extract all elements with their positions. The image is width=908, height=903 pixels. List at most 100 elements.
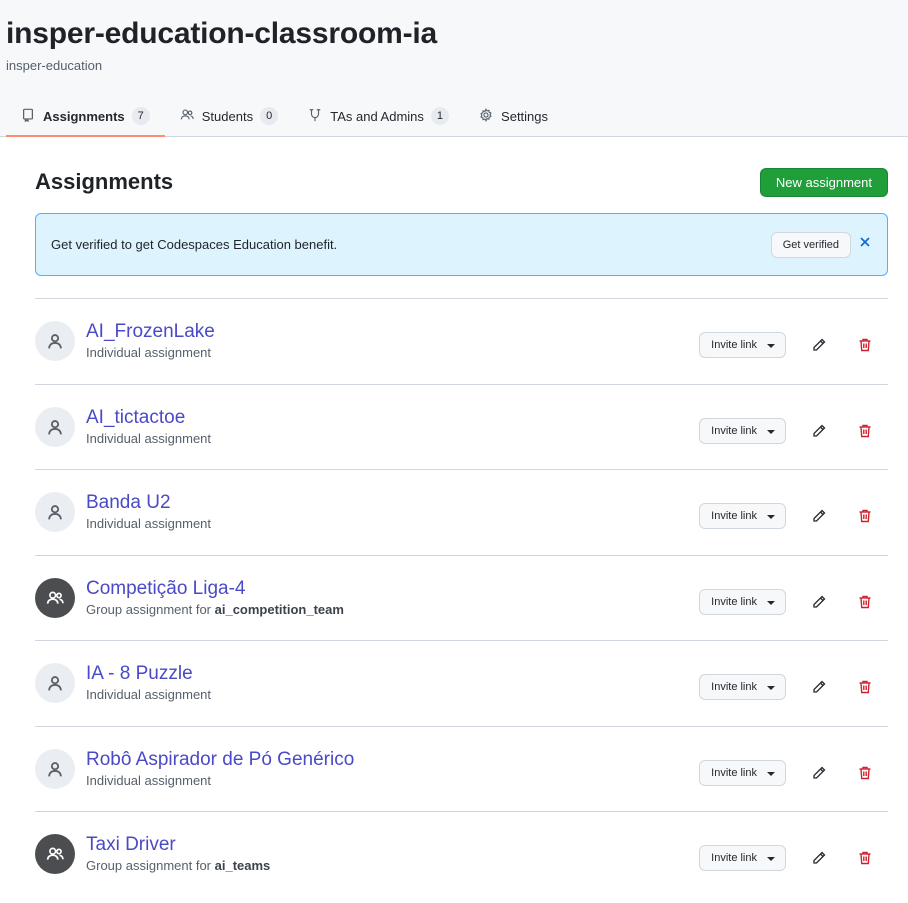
tab-label: Settings [501,108,549,124]
invite-link-label: Invite link [711,681,757,693]
trash-icon[interactable] [857,679,873,695]
book-icon [21,108,37,124]
tab-tas-and-admins[interactable]: TAs and Admins 1 [293,96,464,136]
main-content: Assignments New assignment Get verified … [35,137,888,898]
tab-label: TAs and Admins [330,108,424,124]
team-name: ai_teams [214,858,271,873]
assignment-title[interactable]: Taxi Driver [86,834,176,856]
invite-link-label: Invite link [711,424,757,437]
assignment-type: Individual assignment [86,345,211,360]
repo-header: insper-education-classroom-ia insper-edu… [0,0,908,137]
new-assignment-button[interactable]: New assignment [759,168,888,197]
assignment-row: IA - 8 Puzzle Individual assignment Invi… [35,641,888,727]
assignment-type-text: Individual assignment [86,430,212,446]
assignment-title[interactable]: IA - 8 Puzzle [86,663,193,685]
invite-link-label: Invite link [711,766,757,779]
assignment-row: AI_FrozenLake Individual assignment Invi… [35,299,888,385]
trash-icon[interactable] [857,423,873,439]
invite-link-button[interactable]: Invite link [699,845,786,871]
trash-icon[interactable] [857,765,873,781]
pencil-icon[interactable] [811,508,827,524]
assignment-title[interactable]: AI_tictactoe [86,407,185,429]
count-badge: 0 [260,107,279,125]
invite-link-button[interactable]: Invite link [699,674,786,700]
assignment-list: AI_FrozenLake Individual assignment Invi… [35,298,888,898]
pencil-icon[interactable] [811,850,827,866]
org-name[interactable]: insper-education [6,58,102,73]
pencil-icon[interactable] [811,337,827,353]
invite-link-label: Invite link [711,595,757,608]
invite-link-button[interactable]: Invite link [699,332,786,358]
assignment-title[interactable]: Robô Aspirador de Pó Genérico [86,749,354,771]
people-icon [35,577,75,618]
assignment-type-text: Individual assignment [86,516,212,531]
assignment-title[interactable]: Banda U2 [86,492,171,514]
caret-down-icon [767,429,775,434]
trash-icon[interactable] [857,850,873,866]
assignment-type: Individual assignment [86,687,211,702]
verification-banner: Get verified to get Codespaces Education… [35,213,888,276]
invite-link-button[interactable]: Invite link [699,417,786,444]
caret-down-icon [767,686,775,690]
trash-icon[interactable] [857,594,873,610]
banner-message: Get verified to get Codespaces Education… [51,237,338,252]
invite-link-button[interactable]: Invite link [699,759,786,786]
trash-icon[interactable] [857,508,873,524]
assignment-type-text: Individual assignment [86,772,212,788]
tab-bar: Assignments 7 Students 0 TAs and Admins … [6,96,563,137]
tab-label: Assignments [43,108,125,124]
caret-down-icon [767,771,775,776]
assignment-type-text: Group assignment for [86,601,215,617]
invite-link-label: Invite link [711,510,757,522]
trash-icon[interactable] [857,337,873,353]
assignment-type: Individual assignment [86,431,211,446]
count-badge: 7 [131,107,150,125]
assignment-row: Robô Aspirador de Pó Genérico Individual… [35,727,888,812]
person-icon [35,406,75,447]
assignment-row: Taxi Driver Group assignment for ai_team… [35,812,888,898]
assignment-type-text: Individual assignment [86,687,212,702]
pencil-icon[interactable] [811,765,827,781]
tab-settings[interactable]: Settings [464,96,563,136]
assignment-type: Individual assignment [86,773,211,788]
assignment-title[interactable]: AI_FrozenLake [86,321,215,343]
tab-label: Students [201,108,254,124]
tab-assignments[interactable]: Assignments 7 [6,96,165,137]
person-icon [35,748,75,789]
person-icon [35,492,75,532]
invite-link-label: Invite link [711,852,757,864]
caret-down-icon [767,344,775,348]
assignment-type: Group assignment for ai_competition_team [86,602,344,617]
get-verified-button[interactable]: Get verified [770,232,851,258]
caret-down-icon [767,600,775,605]
pencil-icon[interactable] [811,594,827,610]
people-icon [180,108,196,124]
section-header: Assignments New assignment [35,137,888,213]
caret-down-icon [767,515,775,519]
person-icon [35,663,75,703]
gear-icon [479,108,495,124]
caret-down-icon [767,857,775,861]
pencil-icon[interactable] [811,423,827,439]
team-name: ai_competition_team [214,601,344,617]
assignment-type-text: Group assignment for [86,858,215,873]
close-icon[interactable] [857,234,873,250]
assignment-type: Group assignment for ai_teams [86,858,270,873]
count-badge: 1 [430,107,450,125]
assignment-type-text: Individual assignment [86,345,212,360]
assignment-type: Individual assignment [86,516,211,531]
assignment-row: Banda U2 Individual assignment Invite li… [35,470,888,556]
invite-link-label: Invite link [711,339,757,351]
assignment-title[interactable]: Competição Liga-4 [86,578,245,600]
assignment-row: Competição Liga-4 Group assignment for a… [35,556,888,641]
page-title: insper-education-classroom-ia [6,17,437,50]
person-icon [35,321,75,361]
people-icon [35,834,75,874]
tab-students[interactable]: Students 0 [165,96,293,136]
pencil-icon[interactable] [811,679,827,695]
section-title: Assignments [35,169,174,194]
invite-link-button[interactable]: Invite link [699,503,786,529]
invite-link-button[interactable]: Invite link [699,588,786,615]
mortarboard-icon [308,108,324,124]
assignment-row: AI_tictactoe Individual assignment Invit… [35,385,888,470]
